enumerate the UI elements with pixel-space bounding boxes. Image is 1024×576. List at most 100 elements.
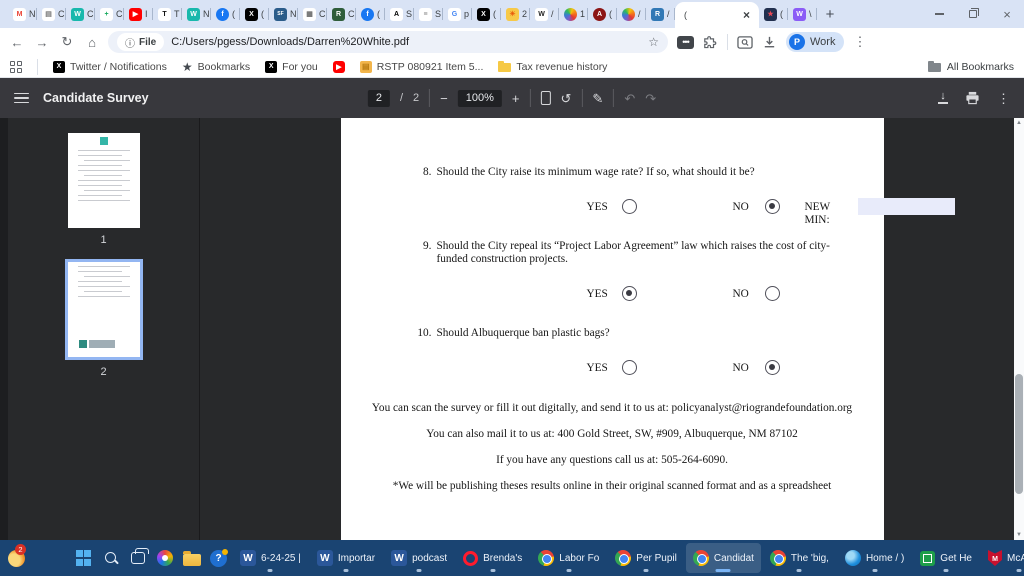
start-button[interactable] bbox=[71, 543, 96, 573]
tab-journal[interactable]: A( bbox=[588, 0, 617, 28]
tab-wikipedia[interactable]: W/ bbox=[530, 0, 559, 28]
tab-youtube[interactable]: ▶I bbox=[124, 0, 153, 28]
word-doc-podcast[interactable]: Wpodcast bbox=[384, 543, 454, 573]
apps-grid-icon[interactable] bbox=[10, 61, 22, 73]
tab-google[interactable]: Gp bbox=[443, 0, 472, 28]
bookmark-youtube[interactable]: ▶ bbox=[333, 60, 345, 74]
tab-sfnm[interactable]: SFN bbox=[269, 0, 298, 28]
page-footer: You can scan the survey or fill it out d… bbox=[341, 402, 884, 493]
extensions-puzzle-icon[interactable] bbox=[703, 35, 718, 50]
tab-facebook[interactable]: f( bbox=[211, 0, 240, 28]
reload-icon[interactable]: ↻ bbox=[58, 34, 76, 50]
tab-sun[interactable]: ☀2 bbox=[501, 0, 530, 28]
tab-peacock-2[interactable]: / bbox=[617, 0, 646, 28]
radio-selected[interactable] bbox=[765, 360, 780, 375]
restore-button[interactable] bbox=[956, 0, 990, 28]
chrome-labor[interactable]: Labor Fo bbox=[531, 543, 606, 573]
close-button[interactable]: × bbox=[990, 0, 1024, 28]
tab-redstar[interactable]: ★( bbox=[759, 0, 788, 28]
help-app[interactable]: ? bbox=[206, 543, 231, 573]
url-text[interactable]: C:/Users/pgess/Downloads/Darren%20White.… bbox=[171, 36, 641, 48]
browser-menu-icon[interactable]: ⋮ bbox=[853, 34, 866, 50]
scrollbar[interactable]: ▲ ▼ bbox=[1014, 118, 1024, 540]
tab-x[interactable]: X( bbox=[240, 0, 269, 28]
tab-title: T bbox=[174, 9, 182, 19]
tab-news-print[interactable]: ▤C bbox=[37, 0, 66, 28]
radio-selected[interactable] bbox=[622, 286, 637, 301]
scroll-down-icon[interactable]: ▼ bbox=[1014, 532, 1024, 538]
annotate-pen-icon[interactable]: ✎ bbox=[592, 92, 603, 105]
tab-doc-lines[interactable]: ≡S bbox=[414, 0, 443, 28]
chrome-per-pupil[interactable]: Per Pupil bbox=[608, 543, 684, 573]
undo-icon[interactable]: ↶ bbox=[624, 92, 635, 105]
fit-to-page-icon[interactable] bbox=[541, 91, 551, 105]
tab-capitol[interactable]: ▦C bbox=[298, 0, 327, 28]
rotate-icon[interactable]: ↺ bbox=[561, 92, 572, 105]
tab-x-2[interactable]: X( bbox=[472, 0, 501, 28]
file-explorer[interactable] bbox=[179, 543, 204, 573]
widgets-button[interactable]: 2 bbox=[8, 543, 25, 573]
chrome-the-big[interactable]: The 'big, bbox=[763, 543, 836, 573]
back-icon[interactable]: ← bbox=[8, 35, 26, 50]
all-bookmarks-button[interactable]: All Bookmarks bbox=[928, 61, 1014, 73]
search-button[interactable] bbox=[98, 543, 123, 573]
page-thumbnail[interactable] bbox=[68, 133, 140, 228]
task-view-button[interactable] bbox=[125, 543, 150, 573]
tab-nyt[interactable]: TT bbox=[153, 0, 182, 28]
opera-brendas[interactable]: Brenda's bbox=[456, 543, 529, 573]
tab-athletic[interactable]: AS bbox=[385, 0, 414, 28]
downloads-icon[interactable] bbox=[762, 35, 777, 50]
nyt-t-icon: T bbox=[158, 8, 171, 21]
profile-chip[interactable]: PWork bbox=[786, 32, 844, 52]
tab-wave-2[interactable]: WN bbox=[182, 0, 211, 28]
print-icon[interactable] bbox=[965, 91, 980, 105]
tab-rgf[interactable]: R/ bbox=[646, 0, 675, 28]
minimize-button[interactable] bbox=[922, 0, 956, 28]
password-manager-icon[interactable]: ••• bbox=[677, 36, 694, 49]
radio-unselected[interactable] bbox=[622, 360, 637, 375]
home-icon[interactable]: ⌂ bbox=[83, 35, 101, 50]
word-doc-importar[interactable]: WImportar bbox=[310, 543, 382, 573]
tab-rge[interactable]: RC bbox=[327, 0, 356, 28]
radio-unselected[interactable] bbox=[622, 199, 637, 214]
bookmark-star-icon[interactable]: ☆ bbox=[648, 35, 659, 49]
download-icon[interactable]: ↓ bbox=[938, 92, 948, 104]
mcafee[interactable]: MMcAfee S bbox=[981, 543, 1024, 573]
tab-wordpress[interactable]: W\ bbox=[788, 0, 817, 28]
bookmark-twitter-notifications[interactable]: XTwitter / Notifications bbox=[53, 60, 167, 74]
zoom-out-button[interactable]: − bbox=[440, 92, 448, 105]
close-tab-icon[interactable]: × bbox=[743, 8, 750, 22]
word-doc-6-24-25[interactable]: W6-24-25 | bbox=[233, 543, 308, 573]
get-help-app[interactable]: Get He bbox=[913, 543, 979, 573]
search-panel-icon[interactable] bbox=[737, 35, 753, 50]
tab-gmail[interactable]: MN bbox=[8, 0, 37, 28]
redo-icon[interactable]: ↷ bbox=[645, 92, 656, 105]
page-number-input[interactable]: 2 bbox=[368, 90, 390, 107]
menu-icon[interactable] bbox=[14, 93, 29, 104]
tab-sheets[interactable]: +C bbox=[95, 0, 124, 28]
photos-app[interactable] bbox=[152, 543, 177, 573]
tab-wave[interactable]: WC bbox=[66, 0, 95, 28]
scrollbar-thumb[interactable] bbox=[1015, 374, 1023, 494]
radio-selected[interactable] bbox=[765, 199, 780, 214]
zoom-in-button[interactable]: + bbox=[512, 92, 520, 105]
scroll-up-icon[interactable]: ▲ bbox=[1014, 120, 1024, 126]
taskbar: 2 ?W6-24-25 |WImportarWpodcastBrenda'sLa… bbox=[0, 540, 1024, 576]
chrome-candidate[interactable]: Candidat bbox=[686, 543, 761, 573]
zoom-level[interactable]: 100% bbox=[458, 90, 502, 107]
address-bar[interactable]: ⓘFile C:/Users/pgess/Downloads/Darren%20… bbox=[108, 31, 668, 53]
chrome-home[interactable]: Home / ) bbox=[838, 543, 911, 573]
forward-icon[interactable]: → bbox=[33, 35, 51, 50]
pdf-more-icon[interactable]: ⋮ bbox=[997, 92, 1010, 105]
new-tab-button[interactable]: + bbox=[817, 0, 843, 28]
tab-facebook-2[interactable]: f( bbox=[356, 0, 385, 28]
tab-peacock[interactable]: 1 bbox=[559, 0, 588, 28]
bookmark-tax-revenue-history[interactable]: Tax revenue history bbox=[498, 60, 607, 74]
new-min-field[interactable] bbox=[858, 198, 955, 215]
radio-unselected[interactable] bbox=[765, 286, 780, 301]
bookmark-bookmarks[interactable]: ★Bookmarks bbox=[182, 60, 250, 74]
bookmark-for-you[interactable]: XFor you bbox=[265, 60, 318, 74]
page-thumbnail[interactable] bbox=[68, 262, 140, 357]
bookmark-rstp[interactable]: ▤RSTP 080921 Item 5... bbox=[360, 60, 484, 74]
tab-candidate-survey-pdf[interactable]: (× bbox=[675, 2, 759, 28]
